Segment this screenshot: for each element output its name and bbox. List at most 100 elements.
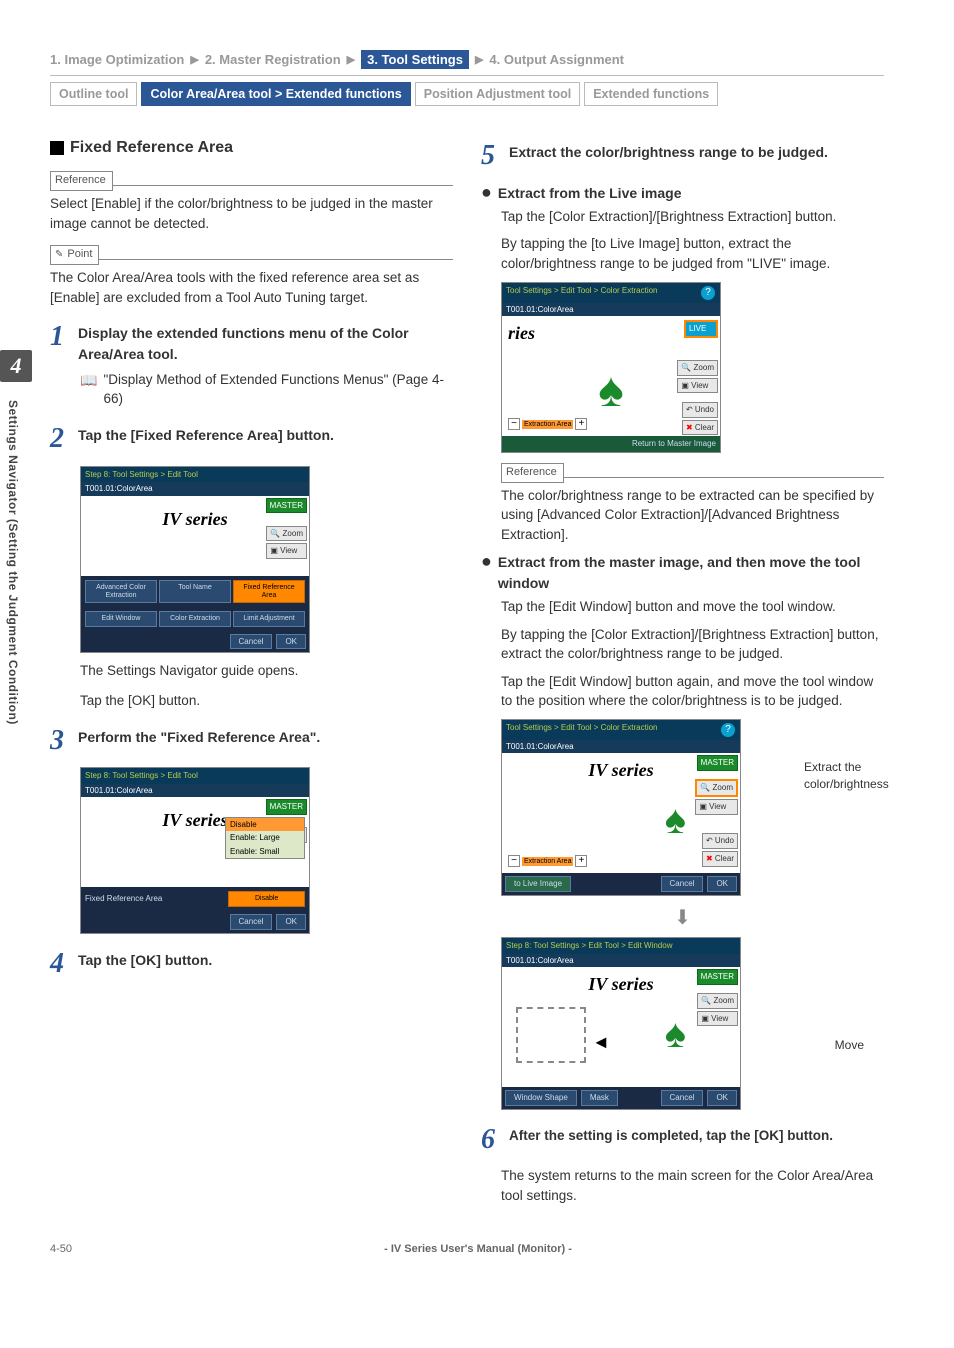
cancel-button[interactable]: Cancel	[661, 876, 704, 892]
breadcrumb: 1. Image Optimization ▶ 2. Master Regist…	[50, 50, 884, 69]
extract-live-heading: Extract from the Live image	[498, 183, 884, 203]
return-master-button[interactable]: Return to Master Image	[502, 436, 720, 452]
undo-button[interactable]: ↶ Undo	[682, 402, 718, 418]
zoom-button[interactable]: 🔍 Zoom	[695, 779, 738, 797]
bc-step3-active: 3. Tool Settings	[361, 50, 469, 69]
help-icon[interactable]: ?	[701, 286, 715, 300]
page-footer: 4-50 - IV Series User's Manual (Monitor)…	[50, 1243, 884, 1255]
help-icon[interactable]: ?	[721, 723, 735, 737]
tab-posadj[interactable]: Position Adjustment tool	[415, 82, 580, 106]
bc-arrow: ▶	[475, 53, 483, 66]
left-column: Fixed Reference Area Reference Select [E…	[50, 136, 453, 1213]
master-badge: MASTER	[266, 799, 307, 815]
step-number-6: 6	[481, 1120, 505, 1161]
ss-titlebar: Step 8: Tool Settings > Edit Tool	[81, 467, 309, 483]
fra-value[interactable]: Disable	[228, 891, 305, 907]
cancel-button[interactable]: Cancel	[230, 914, 273, 930]
undo-button[interactable]: ↶ Undo	[702, 833, 738, 849]
step-number-1: 1	[50, 317, 74, 364]
vertical-section-label: Settings Navigator (Setting the Judgment…	[6, 400, 20, 725]
step-number-3: 3	[50, 721, 74, 762]
reference-text: Select [Enable] if the color/brightness …	[50, 194, 453, 233]
footer-title: - IV Series User's Manual (Monitor) -	[72, 1243, 884, 1255]
plus-button[interactable]: +	[575, 418, 587, 430]
down-arrow-icon: ⬇	[481, 904, 884, 933]
bc-arrow: ▶	[190, 53, 198, 66]
point-text: The Color Area/Area tools with the fixed…	[50, 268, 453, 307]
clear-button[interactable]: ✖ Clear	[682, 420, 718, 436]
ss-titlebar: Tool Settings > Edit Tool > Color Extrac…	[502, 283, 720, 303]
dd-enable-small[interactable]: Enable: Small	[226, 845, 304, 859]
page-number: 4-50	[50, 1243, 72, 1255]
view-button[interactable]: ▣ View	[695, 799, 738, 815]
tool-window-box[interactable]	[516, 1007, 586, 1063]
book-icon: 📖	[80, 370, 97, 409]
limit-adjustment-btn[interactable]: Limit Adjustment	[233, 611, 305, 627]
master-badge: MASTER	[697, 755, 738, 771]
screenshot-master: Tool Settings > Edit Tool > Color Extrac…	[501, 719, 884, 896]
fixed-ref-area-btn[interactable]: Fixed Reference Area	[233, 580, 305, 603]
bc-arrow: ▶	[347, 53, 355, 66]
adv-color-ext-btn[interactable]: Advanced Color Extraction	[85, 580, 157, 603]
ss-subbar: T001.01:ColorArea	[502, 740, 740, 754]
edit-window-btn[interactable]: Edit Window	[85, 611, 157, 627]
extract-master-heading: Extract from the master image, and then …	[498, 552, 884, 593]
step-text-6: After the setting is completed, tap the …	[509, 1120, 884, 1161]
step-text-3: Perform the "Fixed Reference Area".	[78, 721, 453, 762]
minus-button[interactable]: −	[508, 855, 520, 867]
bullet-icon: ●	[481, 552, 492, 593]
reference-label: Reference	[501, 463, 564, 483]
plus-button[interactable]: +	[575, 855, 587, 867]
ok-button[interactable]: OK	[707, 876, 737, 892]
screenshot-move: Step 8: Tool Settings > Edit Tool > Edit…	[501, 937, 884, 1110]
right-column: 5 Extract the color/brightness range to …	[481, 136, 884, 1213]
window-shape-button[interactable]: Window Shape	[505, 1090, 577, 1106]
b2-p3: Tap the [Edit Window] button again, and …	[501, 672, 884, 711]
view-button[interactable]: ▣ View	[697, 1011, 738, 1027]
cancel-button[interactable]: Cancel	[230, 634, 273, 650]
dd-disable[interactable]: Disable	[226, 818, 304, 832]
step-number-2: 2	[50, 419, 74, 460]
tab-outline[interactable]: Outline tool	[50, 82, 137, 106]
ss-titlebar: Step 8: Tool Settings > Edit Tool	[81, 768, 309, 784]
clear-button[interactable]: ✖ Clear	[702, 851, 738, 867]
minus-button[interactable]: −	[508, 418, 520, 430]
b2-p2: By tapping the [Color Extraction]/[Brigh…	[501, 625, 884, 664]
color-extraction-btn[interactable]: Color Extraction	[159, 611, 231, 627]
point-label: Point	[50, 245, 99, 265]
view-button[interactable]: ▣ View	[677, 378, 718, 394]
ss-subbar: T001.01:ColorArea	[502, 303, 720, 317]
screenshot-step2: Step 8: Tool Settings > Edit Tool T001.0…	[80, 466, 453, 654]
view-button[interactable]: ▣ View	[266, 543, 307, 559]
b1-p1: Tap the [Color Extraction]/[Brightness E…	[501, 207, 884, 227]
step-number-4: 4	[50, 944, 74, 985]
callout-extract: Extract the color/brightness	[804, 759, 894, 794]
bc-step4: 4. Output Assignment	[489, 52, 624, 67]
ok-button[interactable]: OK	[276, 634, 306, 650]
reference-label: Reference	[50, 171, 113, 191]
step-text-4: Tap the [OK] button.	[78, 944, 453, 985]
tool-name-btn[interactable]: Tool Name	[159, 580, 231, 603]
b2-p1: Tap the [Edit Window] button and move th…	[501, 597, 884, 617]
dd-enable-large[interactable]: Enable: Large	[226, 831, 304, 845]
zoom-button[interactable]: 🔍 Zoom	[677, 360, 718, 376]
extraction-area-label: Extraction Area	[522, 857, 573, 866]
ss-subbar: T001.01:ColorArea	[81, 482, 309, 496]
zoom-button[interactable]: 🔍 Zoom	[697, 993, 738, 1009]
step2-note2: Tap the [OK] button.	[80, 691, 453, 711]
step-text-5: Extract the color/brightness range to be…	[509, 136, 884, 177]
step-number-5: 5	[481, 136, 505, 177]
ok-button[interactable]: OK	[276, 914, 306, 930]
step6-note: The system returns to the main screen fo…	[501, 1166, 884, 1205]
zoom-button[interactable]: 🔍 Zoom	[266, 526, 307, 542]
ok-button[interactable]: OK	[707, 1090, 737, 1106]
tab-colorarea[interactable]: Color Area/Area tool > Extended function…	[141, 82, 410, 106]
fra-dropdown[interactable]: Disable Enable: Large Enable: Small	[225, 817, 305, 860]
to-live-image-button[interactable]: to Live Image	[505, 876, 571, 892]
mask-button[interactable]: Mask	[581, 1090, 618, 1106]
cancel-button[interactable]: Cancel	[661, 1090, 704, 1106]
bc-step2: 2. Master Registration	[205, 52, 341, 67]
section-heading: Fixed Reference Area	[50, 136, 453, 159]
tab-extfn[interactable]: Extended functions	[584, 82, 718, 106]
ss-titlebar: Step 8: Tool Settings > Edit Tool > Edit…	[502, 938, 740, 954]
